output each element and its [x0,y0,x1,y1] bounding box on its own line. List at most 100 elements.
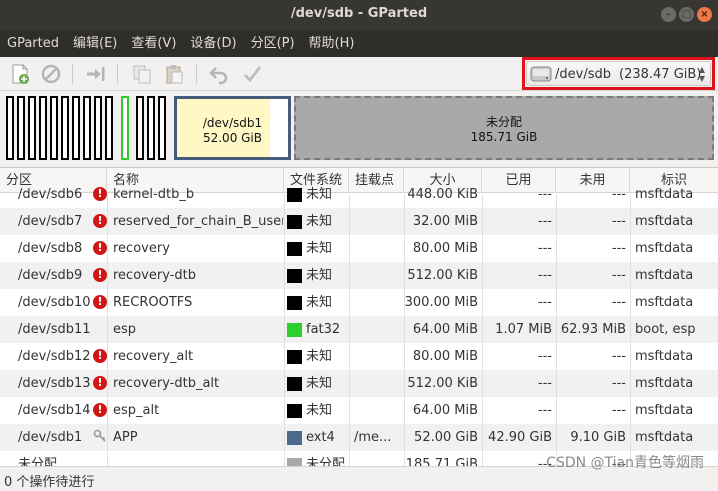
cell-size: 80.00 MiB [412,241,478,256]
new-partition-icon[interactable] [9,63,31,85]
cell-unused: --- [611,403,626,418]
filesystem-color-swatch [287,242,302,256]
cell-name: esp_alt [113,403,160,418]
cell-used: 1.07 MiB [495,322,552,337]
menu-partition[interactable]: 分区(P) [244,30,302,57]
menu-gparted[interactable]: GParted [0,30,66,57]
filesystem-color-swatch [287,323,302,337]
device-size: (238.47 GiB) [619,67,702,82]
filesystem-color-swatch [287,215,302,229]
cell-name [113,451,283,466]
cell-partition: /dev/sdb11 [18,322,90,337]
cell-filesystem: 未知 [306,349,333,364]
cell-unused: --- [611,376,626,391]
diskmap-unallocated-name: 未分配 [485,115,522,129]
cell-filesystem: 未知 [306,241,333,256]
cell-size: 512.00 KiB [407,376,478,391]
cell-unused: 62.93 MiB [560,322,626,337]
device-selector[interactable]: /dev/sdb (238.47 GiB) ▲ ▼ [522,57,715,90]
apply-icon[interactable] [241,63,263,85]
error-icon: ! [93,376,107,390]
partition-block[interactable] [17,96,25,160]
cell-mountpoint [354,289,402,316]
menu-help[interactable]: 帮助(H) [302,30,362,57]
pending-operations-status: 0 个操作待进行 [4,475,95,490]
partition-block[interactable] [6,96,14,160]
cell-mountpoint [354,235,402,262]
maximize-icon[interactable]: □ [679,7,694,22]
partition-block-sdb1[interactable]: /dev/sdb1 52.00 GiB [174,96,291,160]
cell-filesystem: 未知 [306,187,333,202]
cell-flags: msftdata [635,268,694,283]
cell-mountpoint [354,370,402,397]
cell-size: 80.00 MiB [412,349,478,364]
partition-block[interactable] [105,96,113,160]
cell-partition: /dev/sdb12 [18,349,90,364]
harddisk-icon [530,65,552,83]
partition-block[interactable] [94,96,102,160]
cell-filesystem: 未知 [306,403,333,418]
minimize-icon[interactable]: – [661,7,676,22]
cell-size: 512.00 KiB [407,268,478,283]
cell-unused: 9.10 GiB [570,430,626,445]
cell-unused: --- [611,241,626,256]
partition-block-esp[interactable] [121,96,129,160]
cell-used: --- [537,403,552,418]
cell-used: --- [537,268,552,283]
delete-icon[interactable] [40,63,62,85]
partition-block-unallocated[interactable]: 未分配 185.71 GiB [294,96,714,160]
partition-block[interactable] [158,96,166,160]
cell-name: recovery-dtb [113,268,196,283]
cell-partition: /dev/sdb13 [18,376,90,391]
undo-icon[interactable] [208,63,230,85]
partition-block[interactable] [61,96,69,160]
diskmap-sdb1-name: /dev/sdb1 [202,116,263,130]
cell-name: recovery-dtb_alt [113,376,220,391]
close-icon[interactable]: × [697,7,712,22]
diskmap-sdb1-size: 52.00 GiB [202,131,263,145]
copy-icon[interactable] [131,63,153,85]
cell-used: --- [537,457,552,466]
cell-partition: /dev/sdb7 [18,214,83,229]
window-title: /dev/sdb - GParted [290,6,428,21]
cell-used: --- [537,349,552,364]
error-icon: ! [93,268,107,282]
menu-edit[interactable]: 编辑(E) [66,30,124,57]
menu-view[interactable]: 查看(V) [124,30,183,57]
cell-unused: --- [611,268,626,283]
cell-filesystem: 未知 [306,214,333,229]
cell-used: --- [537,376,552,391]
partition-block[interactable] [83,96,91,160]
partition-block[interactable] [39,96,47,160]
cell-size: 64.00 MiB [412,403,478,418]
cell-partition: /dev/sdb8 [18,241,83,256]
cell-flags: msftdata [635,187,694,202]
partition-block[interactable] [28,96,36,160]
cell-mountpoint [354,262,402,289]
partition-block[interactable] [147,96,155,160]
filesystem-color-swatch [287,296,302,310]
cell-name: esp [113,322,137,337]
cell-mountpoint [354,343,402,370]
cell-size: 32.00 MiB [412,214,478,229]
device-name: /dev/sdb [555,67,611,82]
cell-mountpoint [354,451,402,466]
cell-partition: /dev/sdb14 [18,403,90,418]
error-icon: ! [93,187,107,201]
partition-block[interactable] [50,96,58,160]
resize-move-icon[interactable] [84,63,106,85]
paste-icon[interactable] [163,63,185,85]
cell-flags: boot, esp [635,322,696,337]
menu-device[interactable]: 设备(D) [183,30,243,57]
error-icon: ! [93,349,107,363]
cell-size: 64.00 MiB [412,322,478,337]
partition-table: 分区 名称 文件系统 挂载点 大小 已用 未用 标识 /dev/sdb6! ker… [0,167,718,466]
cell-name: recovery_alt [113,349,194,364]
cell-flags: msftdata [635,430,694,445]
partition-block[interactable] [72,96,80,160]
cell-mountpoint: /me... [354,430,392,445]
dropdown-arrows-icon: ▲ ▼ [698,65,705,83]
cell-size: 448.00 KiB [407,187,478,202]
partition-block[interactable] [136,96,144,160]
cell-filesystem: 未分配 [306,457,346,466]
